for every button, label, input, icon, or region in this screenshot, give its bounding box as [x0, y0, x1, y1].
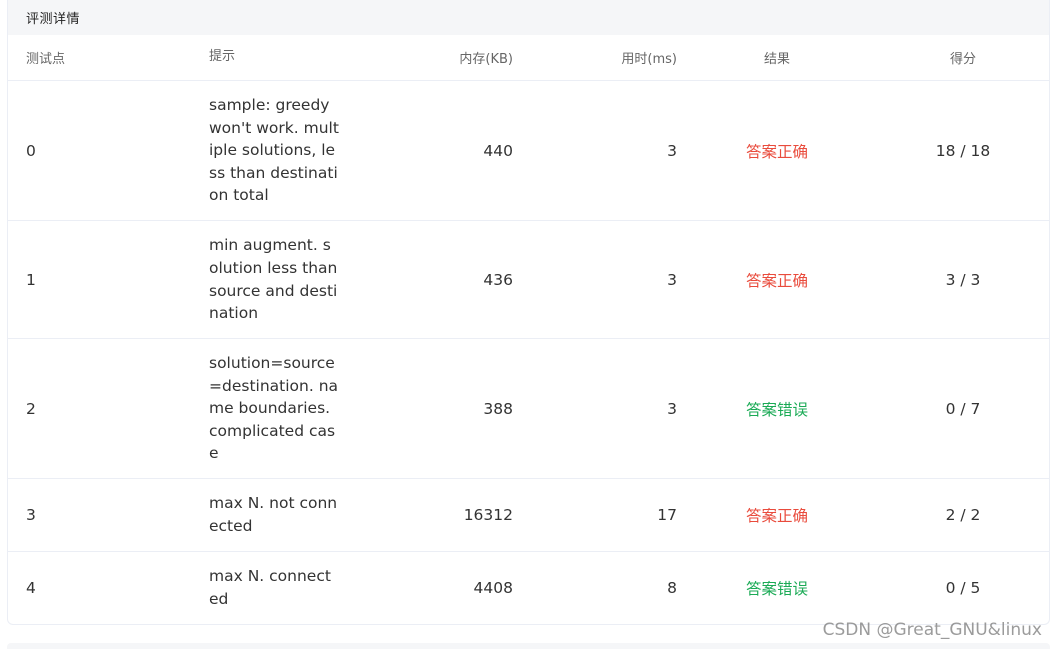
table-row: 2 solution=source=destination. name boun…	[8, 338, 1049, 479]
table-row: 3 max N. not connected 16312 17 答案正确 2 /…	[8, 478, 1049, 552]
col-header-memory: 内存(KB)	[354, 35, 513, 81]
test-hint: max N. connected	[209, 567, 331, 608]
table-row: 4 max N. connected 4408 8 答案错误 0 / 5	[8, 552, 1049, 624]
col-header-result: 结果	[677, 35, 877, 81]
col-header-hint: 提示	[191, 35, 354, 81]
score-value: 0 / 7	[877, 338, 1049, 479]
test-point-id: 0	[8, 80, 191, 221]
test-point-id: 3	[8, 478, 191, 552]
time-value: 3	[513, 80, 677, 221]
test-hint: solution=source=destination. name bounda…	[209, 354, 339, 463]
test-point-id: 2	[8, 338, 191, 479]
table-header-row: 测试点 提示 内存(KB) 用时(ms) 结果 得分	[8, 35, 1049, 81]
test-point-id: 4	[26, 578, 36, 597]
memory-value: 4408	[473, 578, 513, 597]
result-status: 答案错误	[677, 338, 877, 479]
result-status: 答案正确	[677, 478, 877, 552]
results-table: 测试点 提示 内存(KB) 用时(ms) 结果 得分 0 sample: gre…	[8, 35, 1049, 624]
panel-header: 评测详情	[8, 0, 1049, 35]
time-value: 8	[667, 578, 677, 597]
memory-value: 16312	[354, 478, 513, 552]
test-hint: sample: greedy won't work. multiple solu…	[209, 96, 339, 205]
table-row: 1 min augment. solution less than source…	[8, 220, 1049, 339]
score-value: 18 / 18	[877, 80, 1049, 221]
judge-details-panel: 评测详情 测试点 提示 内存(KB) 用时(ms) 结果 得分 0 sample…	[7, 0, 1050, 625]
memory-value: 388	[354, 338, 513, 479]
col-header-score: 得分	[877, 35, 1049, 81]
result-status: 答案正确	[677, 220, 877, 339]
time-value: 3	[513, 220, 677, 339]
col-header-time: 用时(ms)	[513, 35, 677, 81]
score-value: 0 / 5	[945, 578, 981, 597]
score-value: 3 / 3	[877, 220, 1049, 339]
test-hint: max N. not connected	[209, 494, 338, 535]
time-value: 17	[513, 478, 677, 552]
col-header-test-point: 测试点	[8, 35, 191, 81]
next-panel-edge	[7, 643, 1050, 649]
score-value: 2 / 2	[877, 478, 1049, 552]
result-status: 答案错误	[745, 579, 808, 598]
time-value: 3	[513, 338, 677, 479]
test-hint: min augment. solution less than source a…	[209, 236, 338, 323]
test-point-id: 1	[8, 220, 191, 339]
memory-value: 436	[354, 220, 513, 339]
panel-title: 评测详情	[26, 12, 81, 27]
memory-value: 440	[354, 80, 513, 221]
result-status: 答案正确	[677, 80, 877, 221]
table-row: 0 sample: greedy won't work. multiple so…	[8, 80, 1049, 221]
watermark: CSDN @Great_GNU&linux	[822, 620, 1042, 640]
